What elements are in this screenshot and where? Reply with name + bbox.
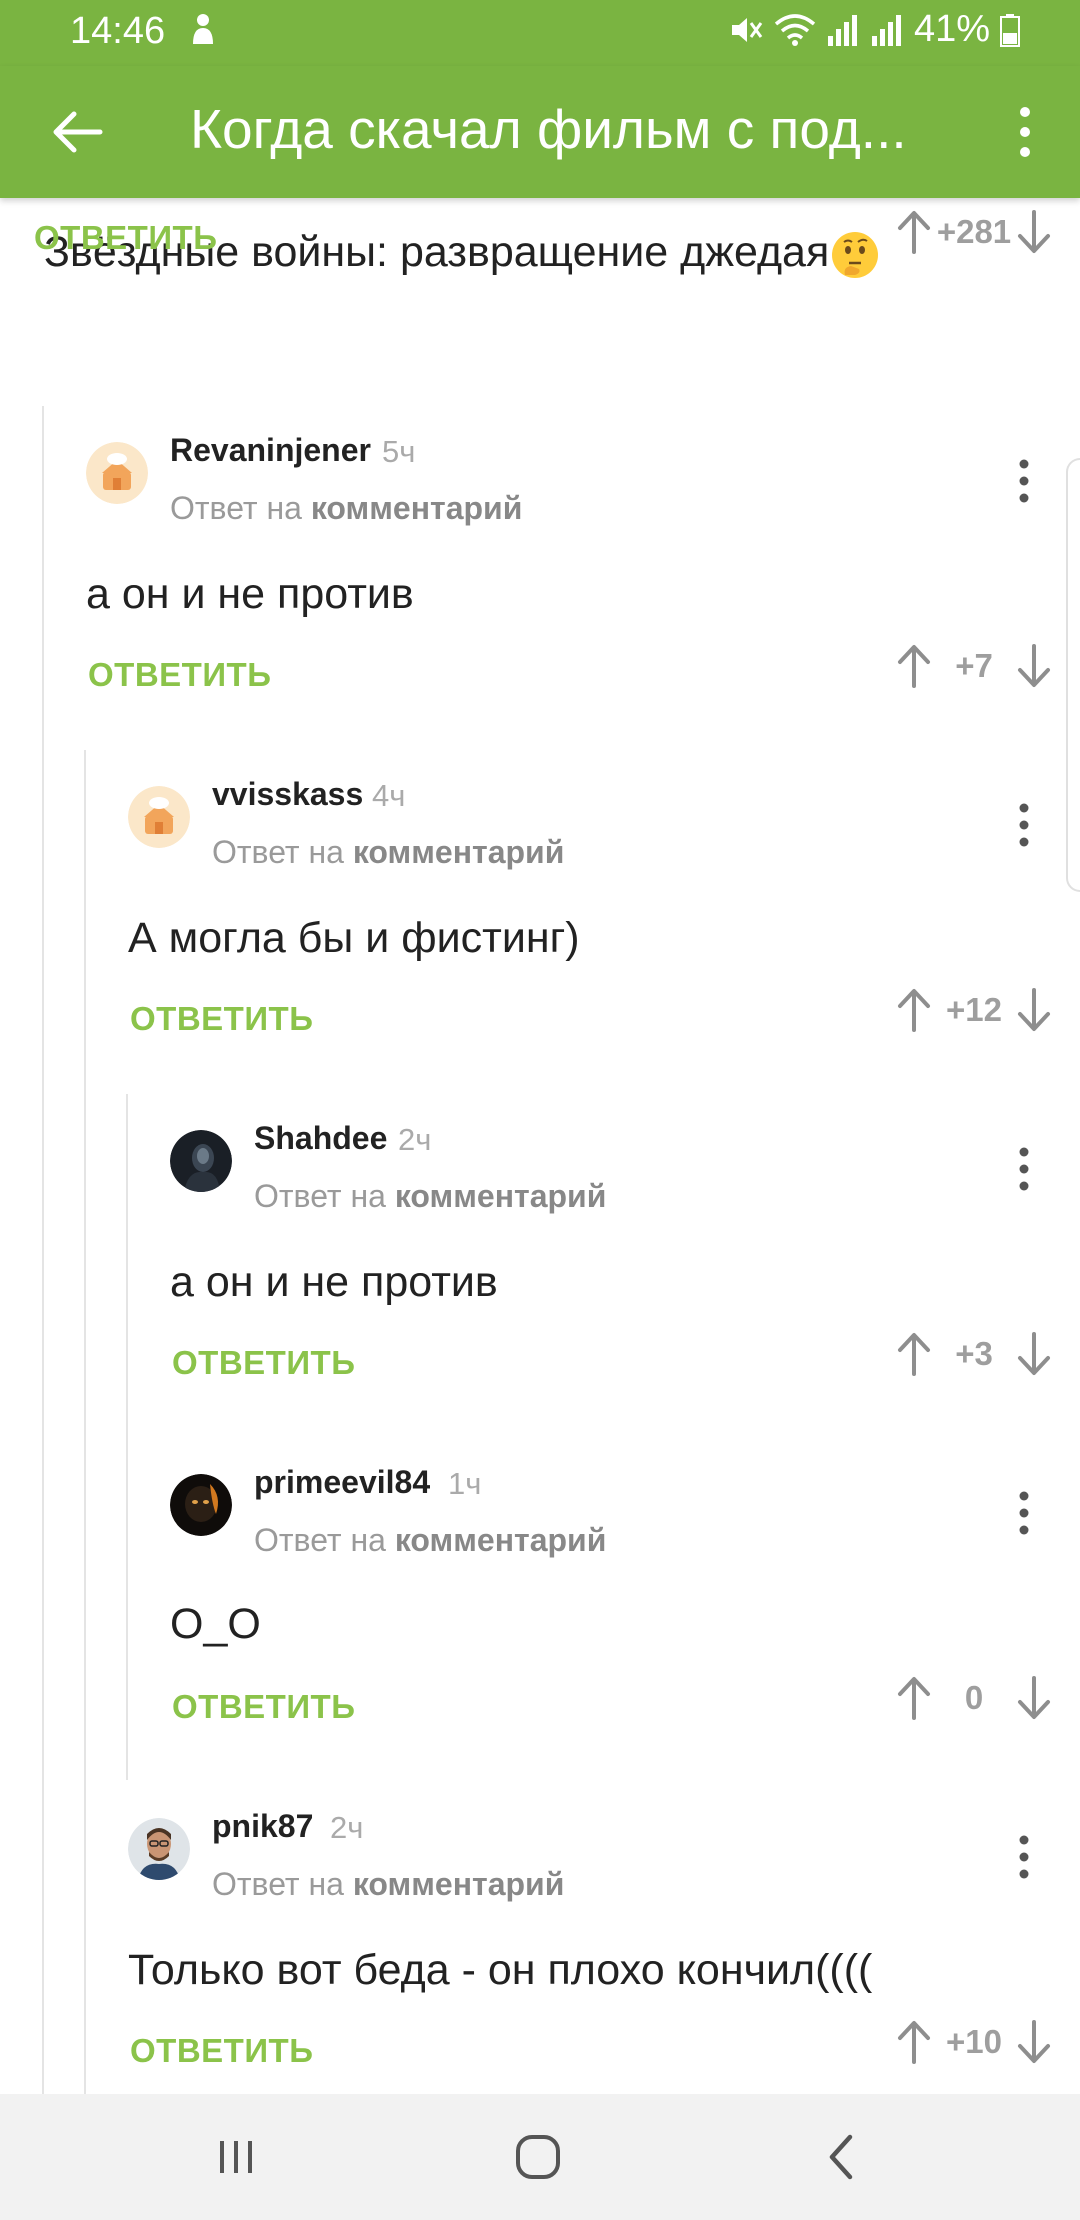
- downvote-arrow-icon[interactable]: [1014, 208, 1054, 256]
- reply-button[interactable]: ОТВЕТИТЬ: [130, 1000, 313, 1038]
- downvote-arrow-icon[interactable]: [1014, 1330, 1054, 1378]
- avatar[interactable]: [170, 1474, 232, 1536]
- reply-to-line: Ответ на комментарий: [212, 834, 564, 871]
- recent-apps-icon[interactable]: [206, 2127, 266, 2187]
- reply-to-link[interactable]: комментарий: [353, 834, 565, 870]
- downvote-arrow-icon[interactable]: [1014, 2018, 1054, 2066]
- vote-controls: +3: [894, 1330, 1054, 1378]
- user-photo-avatar: [170, 1130, 232, 1192]
- user-photo-avatar: [170, 1474, 232, 1536]
- upvote-arrow-icon[interactable]: [894, 986, 934, 1034]
- comment-age: 5ч: [382, 434, 416, 469]
- thread-line-level1: [42, 406, 44, 2094]
- author-name[interactable]: Shahdee: [254, 1120, 387, 1157]
- reply-button[interactable]: ОТВЕТИТЬ: [172, 1344, 355, 1382]
- score: 0: [964, 1679, 984, 1716]
- downvote-arrow-icon[interactable]: [1014, 986, 1054, 1034]
- notification-icon: [193, 14, 213, 44]
- signal-icon-2: [871, 14, 901, 46]
- home-icon[interactable]: [508, 2127, 568, 2187]
- comment-text: А могла бы и фистинг): [128, 914, 580, 962]
- reply-button-parent[interactable]: ОТВЕТИТЬ: [34, 219, 217, 257]
- default-avatar-icon: [128, 786, 190, 848]
- more-vert-icon[interactable]: [1010, 102, 1040, 162]
- side-panel-handle[interactable]: [1066, 458, 1080, 892]
- score: +281: [936, 213, 1012, 250]
- signal-icon: [827, 14, 857, 46]
- reply-to-prefix: Ответ на: [254, 1178, 386, 1214]
- mute-icon: [731, 17, 763, 42]
- thinking-face-icon: [832, 231, 879, 278]
- thread-line-level2: [84, 750, 86, 2094]
- reply-to-line: Ответ на комментарий: [170, 490, 522, 527]
- score: +7: [955, 647, 993, 684]
- page-title: Когда скачал фильм с под...: [190, 98, 907, 160]
- reply-to-link[interactable]: комментарий: [395, 1522, 607, 1558]
- battery-icon: [1000, 13, 1020, 47]
- default-avatar-icon: [86, 442, 148, 504]
- back-arrow-icon[interactable]: [48, 102, 108, 162]
- reply-to-line: Ответ на комментарий: [254, 1522, 606, 1559]
- vote-controls: +12: [894, 986, 1054, 1034]
- reply-to-line: Ответ на комментарий: [254, 1178, 606, 1215]
- status-time: 14:46: [70, 10, 166, 52]
- comment-text: а он и не против: [86, 570, 414, 618]
- vote-controls: +7: [894, 642, 1054, 690]
- author-name[interactable]: primeevil84: [254, 1464, 430, 1501]
- upvote-arrow-icon[interactable]: [894, 642, 934, 690]
- vote-controls: 0: [894, 1674, 1054, 1722]
- reply-button[interactable]: ОТВЕТИТЬ: [172, 1688, 355, 1726]
- score: +10: [946, 2023, 1002, 2060]
- status-icons: 41%: [728, 8, 1020, 51]
- user-photo-avatar: [128, 1818, 190, 1880]
- reply-to-prefix: Ответ на: [254, 1522, 386, 1558]
- downvote-arrow-icon[interactable]: [1014, 642, 1054, 690]
- comment-menu-icon[interactable]: [1014, 456, 1034, 506]
- comment-text: а он и не против: [170, 1258, 498, 1306]
- reply-to-link[interactable]: комментарий: [353, 1866, 565, 1902]
- downvote-arrow-icon[interactable]: [1014, 1674, 1054, 1722]
- system-nav-bar: [0, 2094, 1080, 2220]
- reply-to-link[interactable]: комментарий: [311, 490, 523, 526]
- reply-to-line: Ответ на комментарий: [212, 1866, 564, 1903]
- comment-age: 2ч: [398, 1122, 432, 1157]
- comment-age: 2ч: [330, 1810, 364, 1845]
- upvote-arrow-icon[interactable]: [894, 1330, 934, 1378]
- avatar[interactable]: [128, 1818, 190, 1880]
- author-name[interactable]: Revaninjener: [170, 432, 371, 469]
- comment-age: 1ч: [448, 1466, 482, 1501]
- avatar[interactable]: [170, 1130, 232, 1192]
- comment-menu-icon[interactable]: [1014, 800, 1034, 850]
- thread-line-level3: [126, 1094, 128, 1780]
- comment-text: O_O: [170, 1600, 261, 1648]
- vote-controls: +10: [894, 2018, 1054, 2066]
- comments-feed[interactable]: Звёздные войны: развращение джедая ОТВЕТ…: [0, 198, 1080, 2094]
- status-bar: 14:46 41%: [0, 0, 1080, 66]
- app-bar: Когда скачал фильм с под...: [0, 66, 1080, 198]
- comment-menu-icon[interactable]: [1014, 1832, 1034, 1882]
- vote-controls-parent: +281: [894, 208, 1054, 256]
- wifi-icon: [774, 13, 816, 46]
- comment-menu-icon[interactable]: [1014, 1488, 1034, 1538]
- comment-menu-icon[interactable]: [1014, 1144, 1034, 1194]
- author-name[interactable]: vvisskass: [212, 776, 363, 813]
- avatar[interactable]: [128, 786, 190, 848]
- reply-to-prefix: Ответ на: [212, 1866, 344, 1902]
- score: +12: [946, 991, 1002, 1028]
- reply-button[interactable]: ОТВЕТИТЬ: [130, 2032, 313, 2070]
- avatar[interactable]: [86, 442, 148, 504]
- comment-text: Только вот беда - он плохо кончил((((: [128, 1946, 873, 1994]
- reply-to-prefix: Ответ на: [170, 490, 302, 526]
- upvote-arrow-icon[interactable]: [894, 208, 934, 256]
- comment-age: 4ч: [372, 778, 406, 813]
- upvote-arrow-icon[interactable]: [894, 2018, 934, 2066]
- reply-to-prefix: Ответ на: [212, 834, 344, 870]
- score: +3: [955, 1335, 993, 1372]
- reply-button[interactable]: ОТВЕТИТЬ: [88, 656, 271, 694]
- author-name[interactable]: pnik87: [212, 1808, 313, 1845]
- battery-percent: 41%: [913, 8, 990, 50]
- reply-to-link[interactable]: комментарий: [395, 1178, 607, 1214]
- back-nav-icon[interactable]: [812, 2127, 872, 2187]
- upvote-arrow-icon[interactable]: [894, 1674, 934, 1722]
